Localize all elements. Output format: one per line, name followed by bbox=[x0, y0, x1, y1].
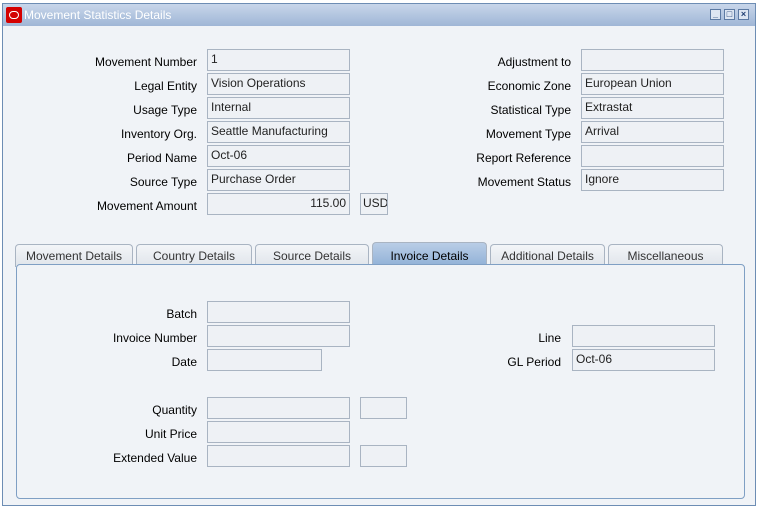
movement-type-label: Movement Type bbox=[485, 127, 571, 141]
title-bar[interactable]: Movement Statistics Details _ □ × bbox=[3, 4, 755, 26]
minimize-icon[interactable]: _ bbox=[710, 9, 721, 20]
close-icon[interactable]: × bbox=[738, 9, 749, 20]
statistical-type-label: Statistical Type bbox=[490, 103, 571, 117]
usage-type-label: Usage Type bbox=[133, 103, 197, 117]
movement-currency-field[interactable]: USD bbox=[360, 193, 388, 215]
legal-entity-label: Legal Entity bbox=[134, 79, 197, 93]
extended-value-currency-field[interactable] bbox=[360, 445, 407, 467]
date-label: Date bbox=[171, 355, 197, 369]
movement-status-field[interactable]: Ignore bbox=[581, 169, 724, 191]
adjustment-to-field[interactable] bbox=[581, 49, 724, 71]
period-name-field[interactable]: Oct-06 bbox=[207, 145, 350, 167]
adjustment-to-label: Adjustment to bbox=[497, 55, 571, 69]
report-reference-field[interactable] bbox=[581, 145, 724, 167]
extended-value-label: Extended Value bbox=[113, 451, 197, 465]
period-name-label: Period Name bbox=[126, 151, 197, 165]
usage-type-field[interactable]: Internal bbox=[207, 97, 350, 119]
unit-price-label: Unit Price bbox=[144, 427, 197, 441]
movement-number-field[interactable]: 1 bbox=[207, 49, 350, 71]
date-field[interactable] bbox=[207, 349, 322, 371]
legal-entity-field[interactable]: Vision Operations bbox=[207, 73, 350, 95]
line-field[interactable] bbox=[572, 325, 715, 347]
gl-period-label: GL Period bbox=[507, 355, 561, 369]
movement-type-field[interactable]: Arrival bbox=[581, 121, 724, 143]
quantity-field[interactable] bbox=[207, 397, 350, 419]
invoice-number-label: Invoice Number bbox=[112, 331, 197, 345]
extended-value-field[interactable] bbox=[207, 445, 350, 467]
movement-status-label: Movement Status bbox=[477, 175, 571, 189]
batch-label: Batch bbox=[166, 307, 197, 321]
movement-amount-field[interactable]: 115.00 bbox=[207, 193, 350, 215]
gl-period-field[interactable]: Oct-06 bbox=[572, 349, 715, 371]
quantity-uom-field[interactable] bbox=[360, 397, 407, 419]
inventory-org-field[interactable]: Seattle Manufacturing bbox=[207, 121, 350, 143]
movement-number-label: Movement Number bbox=[94, 55, 197, 69]
unit-price-field[interactable] bbox=[207, 421, 350, 443]
source-type-field[interactable]: Purchase Order bbox=[207, 169, 350, 191]
inventory-org-label: Inventory Org. bbox=[120, 127, 197, 141]
maximize-icon[interactable]: □ bbox=[724, 9, 735, 20]
source-type-label: Source Type bbox=[129, 175, 197, 189]
invoice-number-field[interactable] bbox=[207, 325, 350, 347]
movement-amount-label: Movement Amount bbox=[96, 199, 197, 213]
report-reference-label: Report Reference bbox=[476, 151, 571, 165]
economic-zone-field[interactable]: European Union bbox=[581, 73, 724, 95]
oracle-app-icon bbox=[6, 7, 22, 23]
quantity-label: Quantity bbox=[152, 403, 197, 417]
statistical-type-field[interactable]: Extrastat bbox=[581, 97, 724, 119]
economic-zone-label: Economic Zone bbox=[487, 79, 571, 93]
line-label: Line bbox=[538, 331, 561, 345]
movement-statistics-window: Movement Statistics Details _ □ × Moveme… bbox=[2, 3, 756, 506]
batch-field[interactable] bbox=[207, 301, 350, 323]
window-title: Movement Statistics Details bbox=[24, 8, 172, 22]
